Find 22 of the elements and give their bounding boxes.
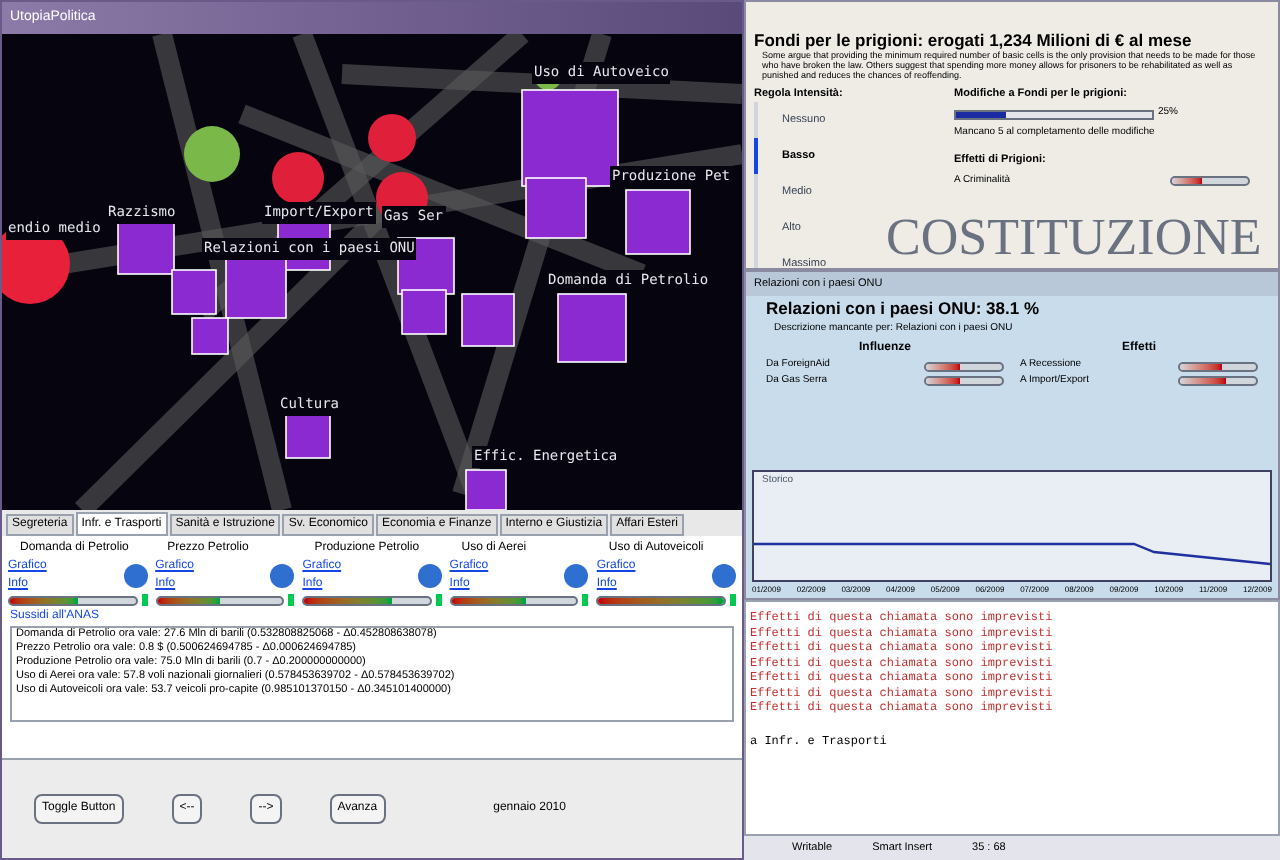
indicator-icon bbox=[270, 564, 295, 588]
node-sphere bbox=[272, 152, 324, 204]
battery-icon bbox=[141, 594, 148, 606]
indicator-icon bbox=[417, 564, 442, 588]
indicator-icon bbox=[711, 564, 736, 588]
node-cube bbox=[401, 289, 447, 335]
battery-icon bbox=[288, 594, 295, 606]
battery-icon bbox=[435, 594, 442, 606]
node-cube bbox=[461, 293, 515, 347]
battery-icon bbox=[582, 594, 589, 606]
indicator-icon bbox=[123, 564, 148, 588]
node-sphere bbox=[184, 126, 240, 182]
node-sphere bbox=[368, 114, 416, 162]
node-cube bbox=[625, 189, 691, 255]
battery-icon bbox=[729, 594, 736, 606]
node-cube bbox=[171, 269, 217, 315]
indicator-icon bbox=[564, 564, 589, 588]
node-cube bbox=[285, 413, 331, 459]
watermark-text: COSTITUZIONE bbox=[886, 206, 1262, 268]
node-cube bbox=[557, 293, 627, 363]
relations-heading: Relazioni con i paesi ONU: 38.1 % bbox=[766, 296, 1042, 322]
policy-heading: Fondi per le prigioni: erogati 1,234 Milioni di € al mese bbox=[754, 30, 1194, 50]
